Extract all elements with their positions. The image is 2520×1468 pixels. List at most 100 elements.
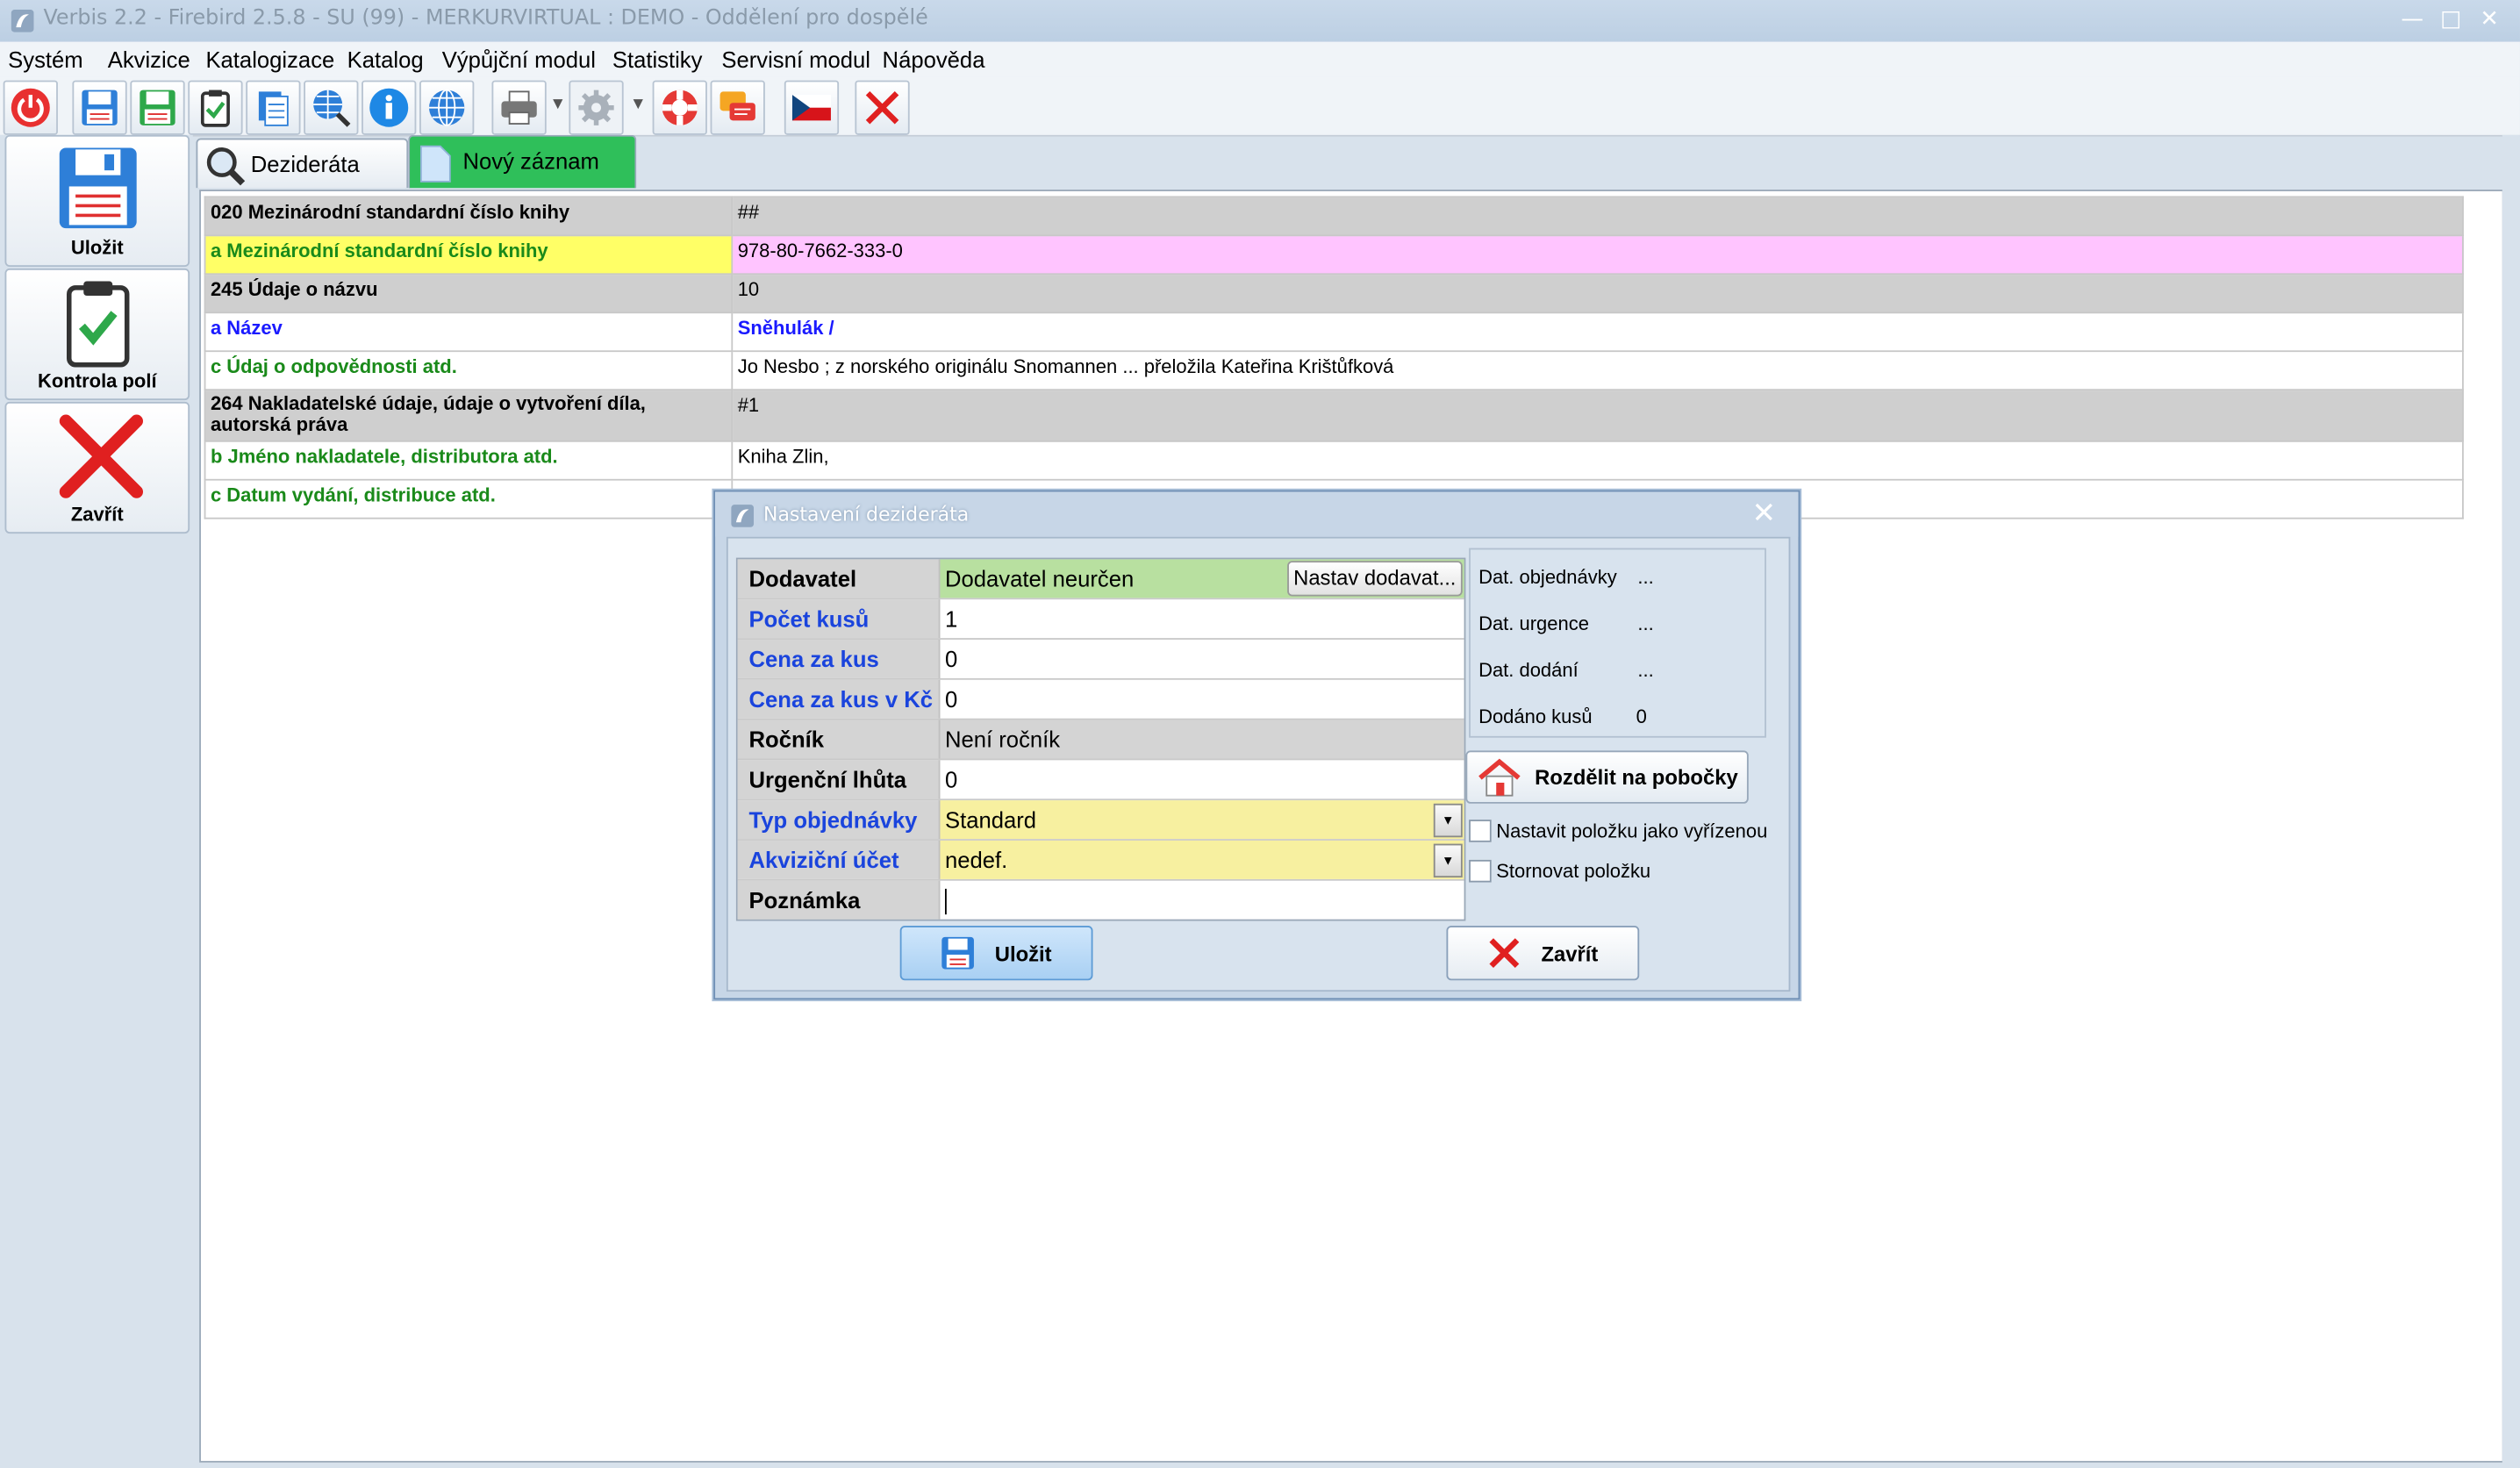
close-icon [1489, 938, 1520, 969]
mark-resolved-checkbox[interactable] [1469, 820, 1492, 842]
menu-servisni-modul[interactable]: Servisní modul [721, 47, 870, 72]
table-row: 245 Údaje o názvu 10 [204, 273, 2464, 314]
menu-vypujcni-modul[interactable]: Výpůjční modul [442, 47, 596, 72]
marc-field-label[interactable]: a Název [204, 312, 734, 353]
menu-napoveda[interactable]: Nápověda [883, 47, 985, 72]
menu-system[interactable]: Systém [8, 47, 83, 72]
urgency-row: Urgenční lhůta 0 [737, 760, 1464, 801]
toolbar: ▼ ▼ [0, 76, 2520, 137]
note-label: Poznámka [737, 880, 941, 920]
dialog-close-button[interactable]: Zavřít [1446, 926, 1640, 981]
price-czk-input[interactable]: 0 [940, 680, 1464, 719]
gear-icon [578, 90, 614, 125]
mark-resolved-label: Nastavit položku jako vyřízenou [1496, 820, 1768, 842]
save-button[interactable]: Uložit [4, 134, 190, 268]
print-button[interactable] [491, 80, 547, 135]
clipboard-check-icon [67, 281, 130, 368]
menu-statistiky[interactable]: Statistiky [612, 47, 703, 72]
marc-field-label[interactable]: a Mezinárodní standardní číslo knihy [204, 234, 734, 276]
delivery-date-value: ... [1637, 658, 1654, 682]
check-fields-toolbar-button[interactable] [188, 80, 243, 135]
tab-new-record-label: Nový záznam [462, 147, 599, 174]
urgency-date-label: Dat. urgence [1478, 612, 1589, 635]
price-label: Cena za kus [737, 639, 941, 678]
web-search-button[interactable] [304, 80, 359, 135]
minimize-button[interactable]: — [2395, 4, 2430, 36]
menu-akvizice[interactable]: Akvizice [108, 47, 190, 72]
dialog-close-icon[interactable]: ✕ [1751, 497, 1776, 530]
order-type-value: Standard [944, 806, 1037, 833]
urgency-label: Urgenční lhůta [737, 760, 941, 799]
account-label: Akviziční účet [737, 840, 941, 879]
tab-new-record[interactable]: Nový záznam [408, 134, 637, 189]
web-button[interactable] [419, 80, 475, 135]
account-select[interactable]: nedef. ▼ [940, 840, 1464, 879]
order-date-label: Dat. objednávky [1478, 565, 1617, 589]
cancel-item-checkbox[interactable] [1469, 859, 1492, 883]
set-supplier-button[interactable]: Nastav dodavat... [1286, 561, 1463, 597]
save-green-icon [140, 90, 175, 125]
marc-field-value[interactable]: Kniha Zlin, [731, 440, 2464, 481]
menu-katalogizace[interactable]: Katalogizace [205, 47, 334, 72]
dialog-title-bar: Nastavení dezideráta ✕ [715, 491, 1799, 537]
chevron-down-icon[interactable]: ▼ [1433, 803, 1463, 838]
print-dropdown-icon[interactable]: ▼ [553, 97, 566, 116]
marc-field-label[interactable]: b Jméno nakladatele, distributora atd. [204, 440, 734, 481]
language-button[interactable] [784, 80, 840, 135]
marc-field-label[interactable]: 264 Nakladatelské údaje, údaje o vytvoře… [204, 389, 734, 442]
supplier-value-text: Dodavatel neurčen [944, 565, 1135, 592]
save-toolbar-button[interactable] [72, 80, 127, 135]
close-toolbar-button[interactable] [855, 80, 910, 135]
check-fields-button[interactable]: Kontrola polí [4, 268, 190, 401]
dialog-save-button[interactable]: Uložit [899, 926, 1093, 981]
window-close-button[interactable]: ✕ [2472, 4, 2507, 36]
chevron-down-icon[interactable]: ▼ [1433, 843, 1463, 878]
close-button[interactable]: Zavřít [4, 401, 190, 534]
price-input[interactable]: 0 [940, 640, 1464, 678]
menu-katalog[interactable]: Katalog [347, 47, 424, 72]
marc-field-value[interactable]: ## [731, 196, 2464, 237]
power-button[interactable] [3, 80, 58, 135]
save-as-button[interactable] [130, 80, 185, 135]
marc-field-label[interactable]: c Datum vydání, distribuce atd. [204, 478, 734, 519]
delivered-count-value: 0 [1636, 705, 1647, 728]
help-button[interactable] [652, 80, 707, 135]
chat-icon [719, 91, 755, 121]
printer-icon [501, 90, 537, 125]
documents-button[interactable] [246, 80, 301, 135]
dialog-title: Nastavení dezideráta [763, 503, 970, 526]
marc-field-value[interactable]: 978-80-7662-333-0 [731, 234, 2464, 276]
account-value: nedef. [944, 847, 1008, 873]
note-input[interactable] [940, 881, 1464, 920]
settings-dropdown-icon[interactable]: ▼ [634, 97, 647, 116]
cancel-item-label: Stornovat položku [1496, 859, 1651, 883]
settings-button[interactable] [569, 80, 624, 135]
table-row: c Údaj o odpovědnosti atd. Jo Nesbo ; z … [204, 350, 2464, 391]
globe-search-icon [313, 90, 351, 127]
marc-field-label[interactable]: c Údaj o odpovědnosti atd. [204, 350, 734, 391]
volume-value[interactable]: Není ročník [940, 720, 1464, 759]
info-button[interactable] [362, 80, 417, 135]
czech-flag-icon [791, 95, 831, 121]
marc-field-label[interactable]: 245 Údaje o názvu [204, 273, 734, 314]
close-icon [865, 90, 899, 125]
power-icon [11, 88, 50, 127]
marc-record-table: 020 Mezinárodní standardní číslo knihy #… [204, 196, 2464, 519]
marc-field-label[interactable]: 020 Mezinárodní standardní číslo knihy [204, 196, 734, 237]
marc-field-value[interactable]: Sněhulák / [731, 312, 2464, 353]
maximize-button[interactable]: □ [2433, 4, 2468, 36]
price-row: Cena za kus 0 [737, 639, 1464, 680]
urgency-input[interactable]: 0 [940, 760, 1464, 798]
supplier-value: Dodavatel neurčen Nastav dodavat... [940, 559, 1464, 598]
order-date-value: ... [1637, 565, 1654, 589]
order-type-select[interactable]: Standard ▼ [940, 800, 1464, 840]
tab-deziderata[interactable]: Dezideráta [196, 138, 409, 189]
quantity-input[interactable]: 1 [940, 599, 1464, 638]
marc-field-value[interactable]: Jo Nesbo ; z norského originálu Snomanne… [731, 350, 2464, 391]
marc-field-value[interactable]: 10 [731, 273, 2464, 314]
marc-field-value[interactable]: #1 [731, 389, 2464, 442]
window-title-bar: Verbis 2.2 - Firebird 2.5.8 - SU (99) - … [0, 0, 2520, 42]
messages-button[interactable] [710, 80, 765, 135]
dialog-close-label: Zavřít [1541, 942, 1599, 966]
split-branches-button[interactable]: Rozdělit na pobočky [1465, 750, 1749, 804]
